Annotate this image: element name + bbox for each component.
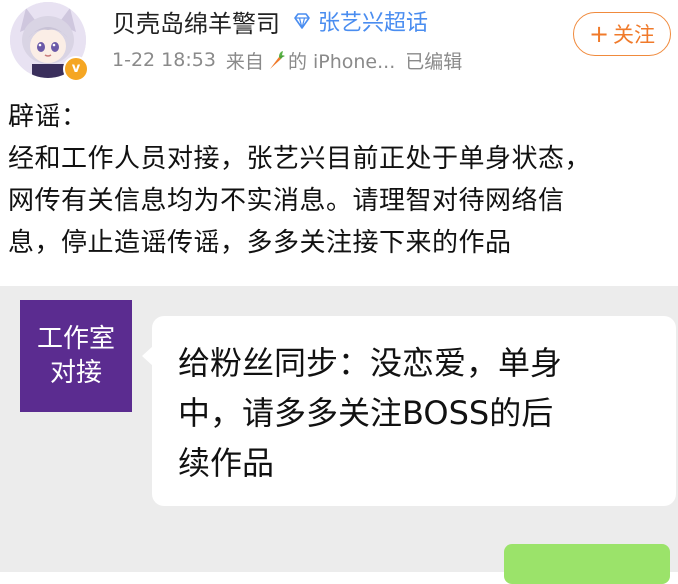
source-prefix: 来自 [225,50,264,73]
plus-icon: + [588,20,610,48]
supertopic-link[interactable]: 张艺兴超话 [292,5,428,37]
message-text: 给粉丝同步：没恋爱，单身 中，请多多关注BOSS的后 续作品 [178,338,678,488]
reply-bubble [504,544,670,584]
post-text-line: 辟谣： [8,102,88,132]
edited-label: 已编辑 [405,50,463,73]
message-line: 中，请多多关注BOSS的后 [178,394,554,432]
post-text-line: 经和工作人员对接，张艺兴目前正处于单身状态， [8,144,592,174]
verified-badge-icon: v [63,56,89,82]
supertopic-label: 张艺兴超话 [318,11,429,36]
post-text-line: 网传有关信息均为不实消息。请理智对待网络信 [8,186,565,216]
studio-avatar: 工作室 对接 [20,300,132,412]
post-text-line: 息，停止造谣传谣，多多关注接下来的作品 [8,228,512,258]
studio-label-line2: 对接 [49,358,102,388]
name-row: 贝壳岛绵羊警司 张艺兴超话 [112,4,428,38]
message-line: 续作品 [178,444,275,482]
username[interactable]: 贝壳岛绵羊警司 [112,4,280,39]
post-body: 辟谣： 经和工作人员对接，张艺兴目前正处于单身状态， 网传有关信息均为不实消息。… [8,96,673,264]
follow-label: 关注 [613,23,656,47]
post-header: v 贝壳岛绵羊警司 张艺兴超话 1-22 18:53 来自 的 iPhone..… [0,0,678,90]
post-timestamp: 1-22 18:53 [112,49,216,71]
post-meta: 1-22 18:53 来自 的 iPhone... 已编辑 [112,46,462,74]
source-device: 的 iPhone... [287,50,396,73]
message-line: 给粉丝同步：没恋爱，单身 [178,344,563,382]
diamond-icon [294,13,310,29]
bubble-tail [142,346,153,366]
carrot-icon [269,51,285,69]
studio-label-line1: 工作室 [36,324,115,354]
follow-button[interactable]: + 关注 [573,12,671,56]
